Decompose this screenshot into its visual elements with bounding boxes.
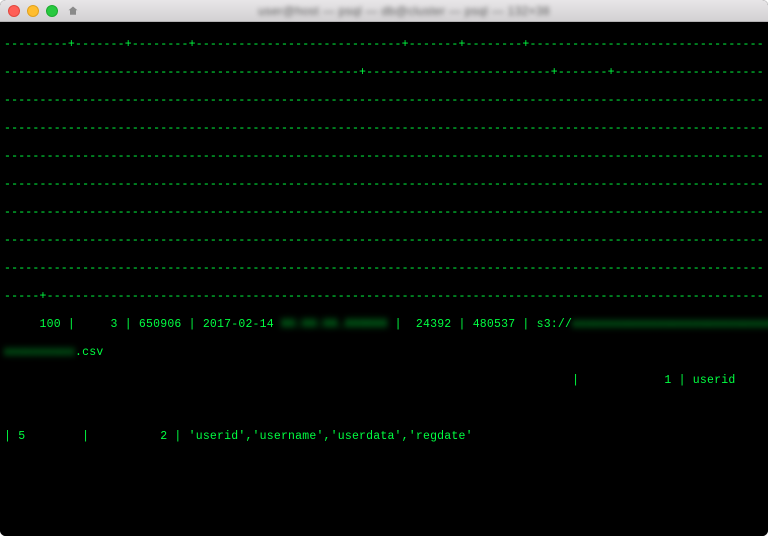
table-divider: -----+----------------------------------… xyxy=(4,290,764,304)
close-icon[interactable] xyxy=(8,5,20,17)
cell-value: 100 | 3 | 650906 | 2017-02-14 xyxy=(4,318,281,331)
window-titlebar: user@host — psql — db@cluster — psql — 1… xyxy=(0,0,768,22)
table-row: | char xyxy=(4,402,764,416)
table-divider: ----------------------------------------… xyxy=(4,66,764,80)
table-divider: ----------------------------------------… xyxy=(4,234,764,248)
table-divider: ----------------------------------------… xyxy=(4,206,764,220)
table-divider: ----------------------------------------… xyxy=(4,94,764,108)
table-divider: ----------------------------------------… xyxy=(4,178,764,192)
cell-value: | 24392 | 480537 | s3:// xyxy=(387,318,572,331)
minimize-icon[interactable] xyxy=(27,5,39,17)
window-title: user@host — psql — db@cluster — psql — 1… xyxy=(48,4,760,18)
terminal-window: user@host — psql — db@cluster — psql — 1… xyxy=(0,0,768,536)
table-row: xxxxxxxxxx.csv xyxy=(4,346,764,360)
terminal-body[interactable]: ---------+-------+--------+-------------… xyxy=(0,22,768,536)
table-divider: ----------------------------------------… xyxy=(4,150,764,164)
cell-value: .csv xyxy=(75,346,103,359)
table-row: | 5 | 2 | 'userid','username','userdata'… xyxy=(4,430,764,444)
redacted-s3-path: xxxxxxxxxxxxxxxxxxxxxxxxxxxxxxxxxxxxxxxx… xyxy=(572,318,768,331)
table-row: 100 | 3 | 650906 | 2017-02-14 XX:XX:XX.X… xyxy=(4,318,764,332)
table-divider: ---------+-------+--------+-------------… xyxy=(4,38,764,52)
redacted-timestamp: XX:XX:XX.XXXXXX xyxy=(281,318,388,331)
table-divider: ----------------------------------------… xyxy=(4,262,764,276)
redacted-filename: xxxxxxxxxx xyxy=(4,346,75,359)
table-row: | 1 | userid xyxy=(4,374,764,388)
table-divider: ----------------------------------------… xyxy=(4,122,764,136)
